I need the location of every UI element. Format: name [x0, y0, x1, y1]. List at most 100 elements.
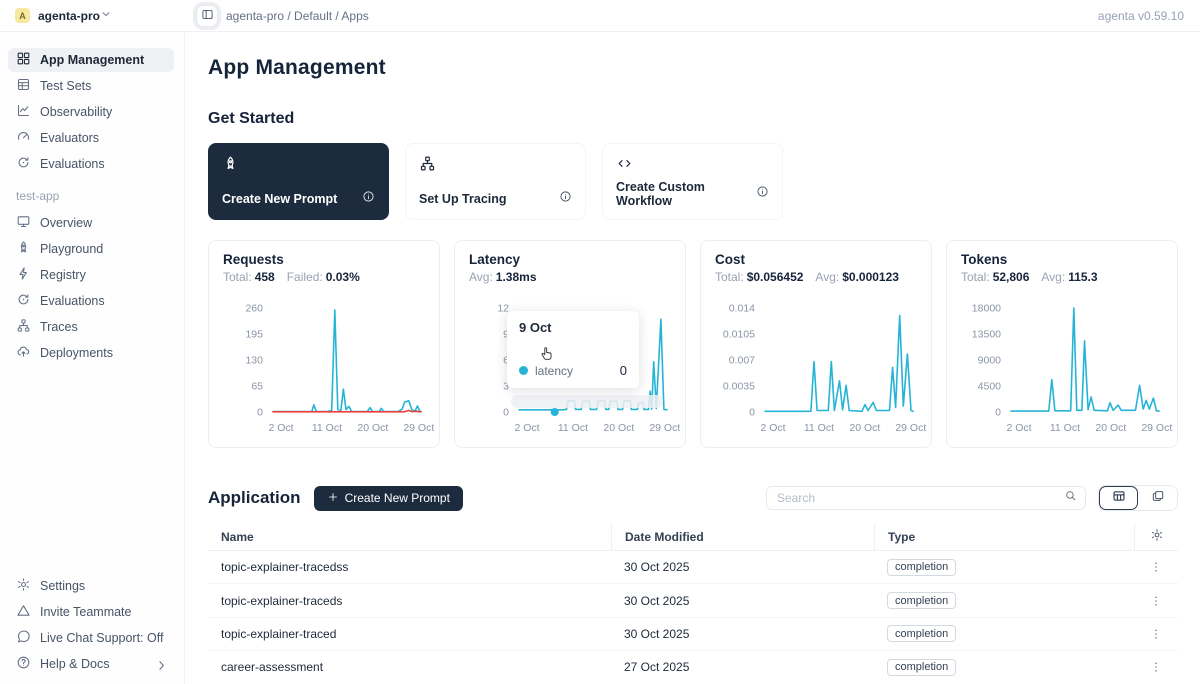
requests-chart[interactable]: 0651301952602 Oct11 Oct20 Oct29 Oct	[223, 290, 427, 440]
svg-text:20 Oct: 20 Oct	[603, 422, 634, 434]
svg-text:0: 0	[257, 407, 263, 419]
tokens-chart[interactable]: 04500900013500180002 Oct11 Oct20 Oct29 O…	[961, 290, 1165, 440]
get-started-cards: Create New Prompt Set Up Tracing Create …	[208, 143, 1178, 220]
refresh-dot-icon	[16, 155, 31, 173]
chevron-down-icon	[100, 7, 112, 25]
sidebar-item-deployments[interactable]: Deployments	[8, 341, 174, 365]
sidebar-toggle-button[interactable]	[196, 5, 218, 27]
page-title: App Management	[208, 56, 1178, 80]
sidebar-item-app-management[interactable]: App Management	[8, 48, 174, 72]
svg-text:260: 260	[245, 303, 263, 315]
type-badge: completion	[887, 592, 956, 609]
org-avatar: A	[15, 8, 30, 23]
chevron-right-icon	[154, 658, 166, 670]
svg-text:2 Oct: 2 Oct	[1006, 422, 1031, 434]
header-name[interactable]: Name	[208, 523, 611, 550]
rocket-icon	[16, 240, 31, 258]
cell-name: topic-explainer-traced	[208, 627, 611, 641]
rocket-icon	[222, 155, 375, 177]
header-type[interactable]: Type	[874, 523, 1134, 550]
svg-text:4500: 4500	[978, 381, 1002, 393]
latency-chart-card: Latency Avg:1.38ms0369122 Oct11 Oct20 Oc…	[454, 240, 686, 448]
cell-date-modified: 27 Oct 2025	[611, 660, 874, 674]
svg-text:29 Oct: 29 Oct	[1141, 422, 1172, 434]
svg-text:65: 65	[251, 381, 263, 393]
sidebar-item-evaluators[interactable]: Evaluators	[8, 126, 174, 150]
chat-icon	[16, 629, 31, 647]
table-row[interactable]: career-assessment 27 Oct 2025 completion	[208, 651, 1178, 684]
sidebar-item-observability[interactable]: Observability	[8, 100, 174, 124]
sidebar-item-settings[interactable]: Settings	[8, 574, 174, 598]
search-input[interactable]	[777, 491, 1064, 505]
header-date-modified[interactable]: Date Modified	[611, 523, 874, 550]
sidebar-item-evaluations[interactable]: Evaluations	[8, 152, 174, 176]
topbar: A agenta-pro agenta-pro / Default / Apps…	[0, 0, 1200, 32]
sidebar-item-test-sets[interactable]: Test Sets	[8, 74, 174, 98]
svg-text:29 Oct: 29 Oct	[649, 422, 680, 434]
type-badge: completion	[887, 659, 956, 676]
series-dot-icon	[519, 366, 528, 375]
tokens-chart-title: Tokens	[961, 252, 1163, 267]
cost-chart[interactable]: 00.00350.0070.01050.0142 Oct11 Oct20 Oct…	[715, 290, 919, 440]
table-view-button[interactable]	[1099, 486, 1138, 510]
svg-text:2 Oct: 2 Oct	[760, 422, 785, 434]
type-badge: completion	[887, 625, 956, 642]
table-row[interactable]: topic-explainer-traced 30 Oct 2025 compl…	[208, 618, 1178, 651]
sidebar-item-invite-teammate[interactable]: Invite Teammate	[8, 600, 174, 624]
create-new-prompt-card[interactable]: Create New Prompt	[208, 143, 389, 220]
org-switcher[interactable]: A agenta-pro	[0, 7, 185, 25]
sidebar-item-overview[interactable]: Overview	[8, 211, 174, 235]
svg-text:0.0035: 0.0035	[723, 381, 755, 393]
svg-text:11 Oct: 11 Oct	[1050, 422, 1080, 434]
row-menu-button[interactable]	[1134, 594, 1178, 608]
grid-icon	[16, 51, 31, 69]
header-settings[interactable]	[1134, 523, 1178, 550]
row-menu-button[interactable]	[1134, 660, 1178, 674]
sidebar-main-nav: App Management Test Sets Observability E…	[8, 48, 174, 176]
info-icon	[362, 190, 375, 208]
create-new-prompt-button[interactable]: Create New Prompt	[314, 486, 463, 511]
table-list-icon	[16, 77, 31, 95]
get-started-title: Get Started	[208, 110, 1178, 128]
sidebar-item-traces[interactable]: Traces	[8, 315, 174, 339]
application-header: Application Create New Prompt	[208, 485, 1178, 511]
row-menu-button[interactable]	[1134, 627, 1178, 641]
sidebar-item-help-docs[interactable]: Help & Docs	[8, 652, 174, 676]
chart-hover-band	[511, 395, 663, 408]
svg-text:0.007: 0.007	[729, 355, 755, 367]
table-row[interactable]: topic-explainer-traceds 30 Oct 2025 comp…	[208, 584, 1178, 617]
svg-text:0: 0	[503, 407, 509, 419]
table-row[interactable]: topic-explainer-tracedss 30 Oct 2025 com…	[208, 551, 1178, 584]
version-label: agenta v0.59.10	[1098, 9, 1184, 23]
sidebar-footer-nav: Settings Invite Teammate Live Chat Suppo…	[8, 574, 174, 678]
gear-icon	[16, 577, 31, 595]
card-view-button[interactable]	[1138, 486, 1177, 510]
set-up-tracing-card[interactable]: Set Up Tracing	[405, 143, 586, 220]
mouse-cursor-icon	[538, 344, 556, 364]
help-icon	[16, 655, 31, 673]
sidebar-item-registry[interactable]: Registry	[8, 263, 174, 287]
svg-text:20 Oct: 20 Oct	[1095, 422, 1126, 434]
search-box[interactable]	[766, 486, 1086, 510]
sidebar-section-label: test-app	[16, 189, 174, 203]
card-view-icon	[1151, 489, 1165, 508]
svg-text:29 Oct: 29 Oct	[403, 422, 434, 434]
tokens-chart-stats: Total:52,806Avg:115.3	[961, 270, 1163, 284]
create-custom-workflow-card[interactable]: Create Custom Workflow	[602, 143, 783, 220]
table-body: topic-explainer-tracedss 30 Oct 2025 com…	[208, 551, 1178, 684]
tree-icon	[419, 155, 572, 177]
row-menu-button[interactable]	[1134, 560, 1178, 574]
table-header: Name Date Modified Type	[208, 523, 1178, 551]
sidebar-panel-icon	[201, 8, 214, 24]
sidebar-item-playground[interactable]: Playground	[8, 237, 174, 261]
latency-chart-stats: Avg:1.38ms	[469, 270, 671, 284]
triangle-icon	[16, 603, 31, 621]
page: A agenta-pro agenta-pro / Default / Apps…	[0, 0, 1200, 684]
sidebar-item-evaluations[interactable]: Evaluations	[8, 289, 174, 313]
sidebar-item-live-chat-support-off[interactable]: Live Chat Support: Off	[8, 626, 174, 650]
info-icon	[756, 185, 769, 203]
cost-chart-card: Cost Total:$0.056452Avg:$0.00012300.0035…	[700, 240, 932, 448]
chart-line-icon	[16, 103, 31, 121]
svg-text:11 Oct: 11 Oct	[804, 422, 834, 434]
svg-text:2 Oct: 2 Oct	[514, 422, 539, 434]
